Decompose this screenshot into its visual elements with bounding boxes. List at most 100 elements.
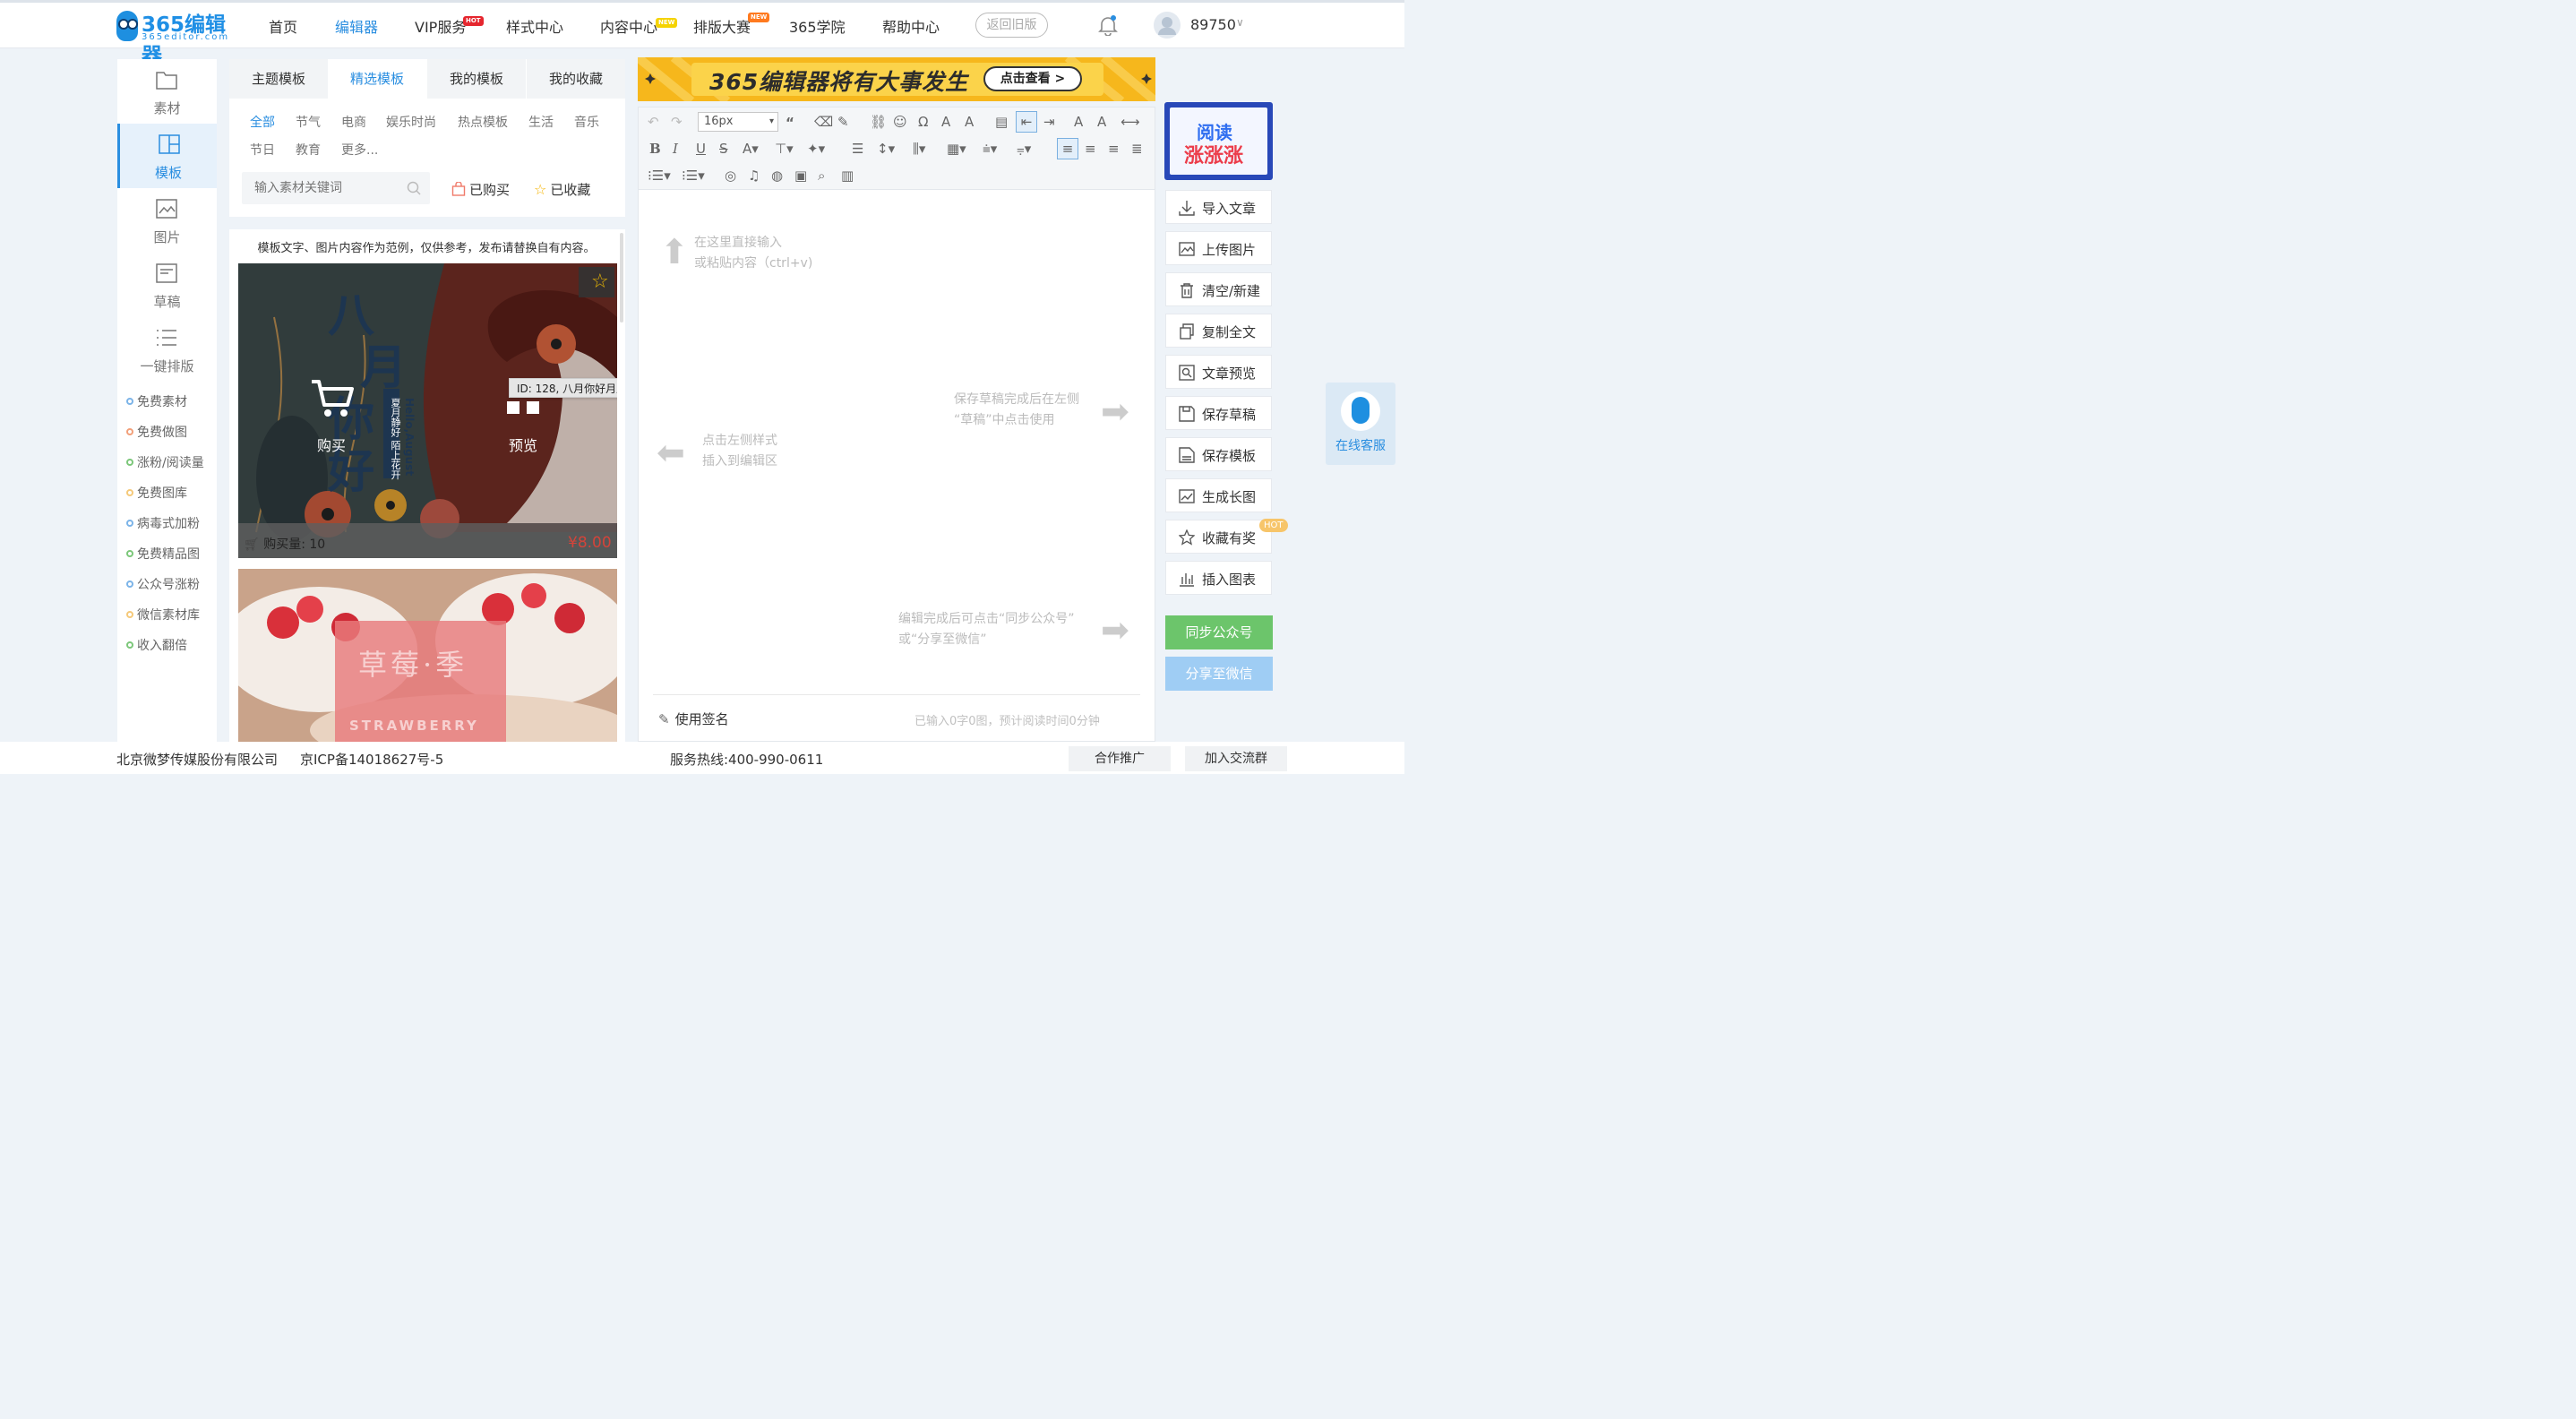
align-right-icon[interactable]: ≡ [1108, 142, 1120, 156]
long-image-button[interactable]: 生成长图 [1165, 478, 1272, 512]
preview-button[interactable]: 预览 [509, 434, 537, 455]
favorite-button[interactable]: ☆ [579, 267, 614, 297]
username[interactable]: 89750 [1190, 16, 1236, 33]
nav-academy[interactable]: 365学院 [789, 15, 846, 37]
category-item[interactable]: 生活 [528, 113, 554, 131]
partner-button[interactable]: 合作推广 [1069, 746, 1171, 771]
category-item[interactable]: 节日 [250, 141, 275, 159]
music-icon[interactable]: ♫ [748, 168, 760, 183]
sidebar-item-materials[interactable]: 素材 [117, 59, 217, 124]
insert-chart-button[interactable]: 插入图表 [1165, 561, 1272, 595]
banner-button[interactable]: 点击查看 > [983, 66, 1082, 91]
sidebar-link[interactable]: 公众号涨粉 [126, 575, 200, 593]
paste-icon[interactable]: ▤ [995, 115, 1008, 129]
nav-content[interactable]: 内容中心 [600, 15, 657, 37]
category-more[interactable]: 更多... [341, 141, 378, 159]
emoji-icon[interactable]: ☺ [893, 115, 907, 129]
preview-icon[interactable] [507, 401, 539, 416]
tab-my-templates[interactable]: 我的模板 [427, 59, 526, 99]
sidebar-link[interactable]: 免费精品图 [126, 545, 200, 563]
template-card[interactable]: 草莓·季 STRAWBERRY [238, 569, 617, 742]
align-center-icon[interactable]: ≡ [1085, 142, 1096, 156]
search-replace-icon[interactable]: ⌕ [818, 168, 825, 183]
nav-contest[interactable]: 排版大赛 [693, 15, 751, 37]
tab-theme-templates[interactable]: 主题模板 [229, 59, 328, 99]
search-input[interactable] [242, 172, 403, 204]
sidebar-link[interactable]: 免费做图 [126, 423, 187, 441]
footer-icp[interactable]: 京ICP备14018627号-5 [300, 750, 443, 769]
sidebar-item-templates[interactable]: 模板 [117, 124, 217, 188]
sidebar-item-images[interactable]: 图片 [117, 188, 217, 253]
eraser-icon[interactable]: ⌫ [814, 115, 833, 129]
redo-icon[interactable]: ↷ [671, 115, 683, 129]
save-template-button[interactable]: 保存模板 [1165, 437, 1272, 471]
preview-article-button[interactable]: 文章预览 [1165, 355, 1272, 389]
link-icon[interactable]: ⛓︎ [870, 115, 887, 129]
category-item[interactable]: 电商 [341, 113, 366, 131]
indent-right-icon[interactable]: ⇥ [1043, 115, 1055, 129]
html-icon[interactable]: ▥ [841, 168, 854, 183]
promo-card[interactable]: 阅读 涨涨涨 [1164, 102, 1273, 180]
ordered-list-icon[interactable]: ⁝☰▾ [648, 168, 671, 183]
join-group-button[interactable]: 加入交流群 [1185, 746, 1287, 771]
old-version-button[interactable]: 返回旧版 [975, 13, 1048, 38]
bold-icon[interactable]: B [649, 142, 661, 156]
underline-icon[interactable]: U [696, 142, 706, 156]
tab-my-favorites[interactable]: 我的收藏 [527, 59, 625, 99]
category-item[interactable]: 节气 [296, 113, 321, 131]
font-case-icon[interactable]: A [1074, 115, 1083, 129]
sidebar-item-autolayout[interactable]: 一键排版 [117, 317, 217, 382]
search-icon[interactable] [407, 181, 421, 195]
letter-spacing-icon[interactable]: ⫼▾ [913, 142, 925, 156]
nav-styles[interactable]: 样式中心 [506, 15, 563, 37]
border-icon[interactable]: ⊤▾ [775, 142, 794, 156]
indent-icon[interactable]: ☰ [852, 142, 863, 156]
font-case-icon[interactable]: A [1097, 115, 1106, 129]
cart-icon[interactable] [310, 378, 355, 419]
nav-help[interactable]: 帮助中心 [882, 15, 940, 37]
undo-icon[interactable]: ↶ [648, 115, 659, 129]
sidebar-link[interactable]: 免费图库 [126, 484, 187, 502]
sidebar-link[interactable]: 收入翻倍 [126, 636, 187, 654]
clear-new-button[interactable]: 清空/新建 [1165, 272, 1272, 306]
online-service[interactable]: 在线客服 [1326, 383, 1395, 465]
omega-icon[interactable]: Ω [918, 115, 928, 129]
chevron-down-icon[interactable]: ∨ [1236, 16, 1244, 29]
category-item[interactable]: 娱乐时尚 [386, 113, 436, 131]
favorite-reward-button[interactable]: 收藏有奖 [1165, 520, 1272, 554]
sidebar-link[interactable]: 免费素材 [126, 392, 187, 410]
paragraph-before-icon[interactable]: ⩧▾ [983, 142, 997, 156]
import-article-button[interactable]: 导入文章 [1165, 190, 1272, 224]
save-draft-button[interactable]: 保存草稿 [1165, 396, 1272, 430]
align-left-icon[interactable]: ≡ [1057, 138, 1078, 159]
category-item[interactable]: 音乐 [574, 113, 599, 131]
hr-icon[interactable]: ⟷ [1121, 115, 1140, 129]
superscript-icon[interactable]: A [941, 115, 950, 129]
category-item[interactable]: 热点模板 [458, 113, 508, 131]
collected-filter[interactable]: ☆ 已收藏 [534, 180, 590, 199]
category-all[interactable]: 全部 [250, 113, 275, 131]
font-color-icon[interactable]: A▾ [743, 142, 759, 156]
palette-icon[interactable]: ◍ [771, 168, 783, 183]
nav-vip[interactable]: VIP服务 [415, 15, 466, 37]
sync-official-account-button[interactable]: 同步公众号 [1165, 615, 1273, 649]
nav-home[interactable]: 首页 [269, 15, 297, 37]
upload-image-button[interactable]: 上传图片 [1165, 231, 1272, 265]
purchased-filter[interactable]: 已购买 [451, 180, 510, 199]
buy-button[interactable]: 购买 [317, 434, 346, 455]
signature-button[interactable]: ✎ 使用签名 [658, 710, 729, 728]
paragraph-after-icon[interactable]: ⩦▾ [1017, 142, 1031, 156]
unordered-list-icon[interactable]: ⁝☰▾ [682, 168, 705, 183]
brush-icon[interactable]: ✎ [837, 115, 849, 129]
scrollbar[interactable] [620, 233, 623, 322]
copy-all-button[interactable]: 复制全文 [1165, 314, 1272, 348]
logo[interactable]: 365编辑器 365editor.com [116, 7, 242, 67]
table-icon[interactable]: ▦▾ [947, 142, 966, 156]
tab-featured-templates[interactable]: 精选模板 [328, 59, 426, 99]
image-icon[interactable]: ▣ [794, 168, 807, 183]
line-height-icon[interactable]: ↕▾ [877, 142, 895, 156]
align-justify-icon[interactable]: ≣ [1131, 142, 1143, 156]
video-icon[interactable]: ◎ [725, 168, 736, 183]
strikethrough-icon[interactable]: S [719, 142, 728, 156]
sidebar-link[interactable]: 微信素材库 [126, 606, 200, 624]
